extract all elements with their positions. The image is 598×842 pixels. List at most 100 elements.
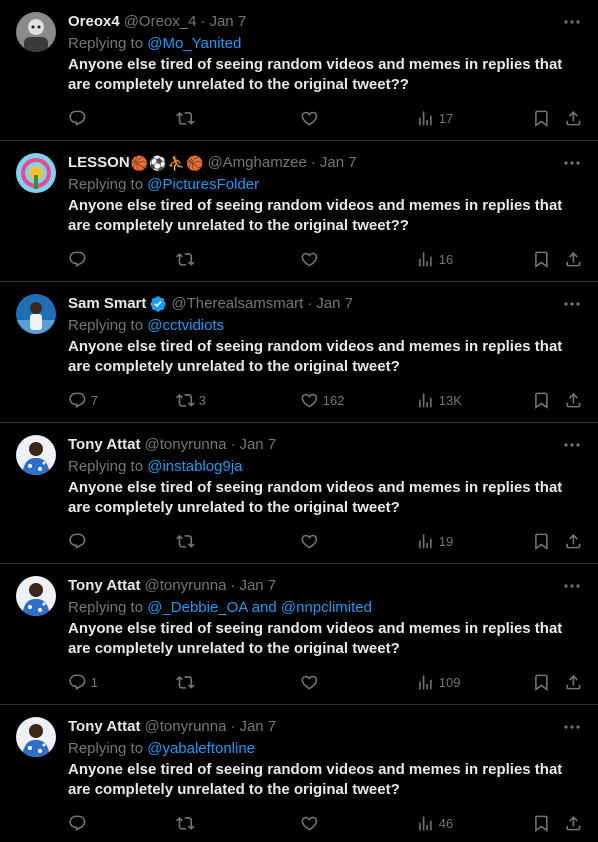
like-button[interactable] bbox=[300, 107, 323, 129]
bookmark-button[interactable] bbox=[532, 812, 551, 834]
bookmark-button[interactable] bbox=[532, 671, 551, 693]
views-button[interactable]: 109 bbox=[416, 671, 460, 693]
tweet[interactable]: Sam Smart @Therealsamsmart · Jan 7 Reply… bbox=[0, 282, 598, 423]
reply-button[interactable]: 1 bbox=[68, 671, 98, 693]
tweet[interactable]: Oreox4 @Oreox_4 · Jan 7 Replying to @Mo_… bbox=[0, 0, 598, 141]
username-handle[interactable]: @tonyrunna bbox=[145, 435, 227, 455]
retweet-icon bbox=[176, 534, 195, 548]
separator-dot: · bbox=[307, 295, 313, 312]
views-button[interactable]: 13K bbox=[416, 389, 462, 411]
retweet-button[interactable] bbox=[176, 671, 199, 693]
like-button[interactable] bbox=[300, 812, 323, 834]
replying-to-label: Replying to bbox=[68, 599, 144, 616]
bookmark-icon bbox=[535, 251, 548, 268]
more-options-icon[interactable] bbox=[562, 435, 582, 455]
bookmark-button[interactable] bbox=[532, 530, 551, 552]
avatar[interactable] bbox=[16, 12, 56, 52]
share-icon bbox=[566, 533, 581, 549]
display-name[interactable]: LESSON bbox=[68, 153, 130, 173]
more-options-icon[interactable] bbox=[562, 153, 582, 173]
tweet[interactable]: Tony Attat @tonyrunna · Jan 7 Replying t… bbox=[0, 423, 598, 564]
like-button[interactable] bbox=[300, 248, 323, 270]
tweet-text: Anyone else tired of seeing random video… bbox=[68, 620, 563, 657]
avatar[interactable] bbox=[16, 717, 56, 757]
retweet-button[interactable] bbox=[176, 530, 199, 552]
view-count: 109 bbox=[438, 674, 461, 690]
reply-mention-link[interactable]: @instablog9ja bbox=[147, 458, 242, 475]
tweet-date[interactable]: Jan 7 bbox=[239, 435, 276, 455]
bookmark-button[interactable] bbox=[532, 389, 551, 411]
share-button[interactable] bbox=[564, 812, 583, 834]
retweet-button[interactable]: 3 bbox=[176, 389, 206, 411]
bookmark-button[interactable] bbox=[532, 248, 551, 270]
username-handle[interactable]: @tonyrunna bbox=[145, 576, 227, 596]
retweet-button[interactable] bbox=[176, 107, 199, 129]
share-button[interactable] bbox=[564, 530, 583, 552]
display-name[interactable]: Sam Smart bbox=[68, 294, 146, 314]
more-options-icon[interactable] bbox=[562, 576, 582, 596]
like-button[interactable] bbox=[300, 530, 323, 552]
tweet[interactable]: Tony Attat @tonyrunna · Jan 7 Replying t… bbox=[0, 564, 598, 705]
avatar[interactable] bbox=[16, 435, 56, 475]
display-name[interactable]: Oreox4 bbox=[68, 12, 120, 32]
share-button[interactable] bbox=[564, 107, 583, 129]
reply-button[interactable] bbox=[68, 107, 91, 129]
tweet[interactable]: Tony Attat @tonyrunna · Jan 7 Replying t… bbox=[0, 705, 598, 842]
reply-mention-link[interactable]: @PicturesFolder bbox=[147, 176, 259, 193]
tweet-actions: 19 bbox=[60, 530, 586, 552]
tweet-date[interactable]: Jan 7 bbox=[316, 294, 353, 314]
reply-mention-link[interactable]: @yabaleftonline bbox=[147, 740, 255, 757]
username-handle[interactable]: @tonyrunna bbox=[145, 717, 227, 737]
retweet-button[interactable] bbox=[176, 812, 199, 834]
person-bouncing-ball-emoji: ⛹ bbox=[167, 155, 185, 171]
tweet-date[interactable]: Jan 7 bbox=[209, 12, 246, 32]
display-name[interactable]: Tony Attat bbox=[68, 435, 141, 455]
views-button[interactable]: 46 bbox=[416, 812, 453, 834]
reply-button[interactable] bbox=[68, 530, 91, 552]
views-button[interactable]: 16 bbox=[416, 248, 453, 270]
reply-button[interactable]: 7 bbox=[68, 389, 98, 411]
avatar[interactable] bbox=[16, 153, 56, 193]
reply-mention-link[interactable]: @_Debbie_OA and @nnpclimited bbox=[147, 599, 372, 616]
tweet-date[interactable]: Jan 7 bbox=[239, 717, 276, 737]
like-button[interactable] bbox=[300, 671, 323, 693]
reply-button[interactable] bbox=[68, 248, 91, 270]
reply-mention-link[interactable]: @cctvidiots bbox=[147, 317, 224, 334]
reply-feed: Oreox4 @Oreox_4 · Jan 7 Replying to @Mo_… bbox=[0, 0, 598, 842]
tweet-date[interactable]: Jan 7 bbox=[239, 576, 276, 596]
reply-button[interactable] bbox=[68, 812, 91, 834]
heart-icon bbox=[301, 111, 318, 126]
views-button[interactable]: 17 bbox=[416, 107, 453, 129]
share-button[interactable] bbox=[564, 389, 583, 411]
share-button[interactable] bbox=[564, 671, 583, 693]
tweet-date[interactable]: Jan 7 bbox=[320, 153, 357, 173]
bookmark-icon bbox=[535, 533, 548, 550]
view-count: 46 bbox=[438, 815, 454, 831]
views-button[interactable]: 19 bbox=[416, 530, 453, 552]
bookmark-button[interactable] bbox=[532, 107, 551, 129]
share-button[interactable] bbox=[564, 248, 583, 270]
tweet-text: Anyone else tired of seeing random video… bbox=[68, 761, 563, 798]
more-options-icon[interactable] bbox=[562, 717, 582, 737]
more-options-icon[interactable] bbox=[562, 294, 582, 314]
tweet-text: Anyone else tired of seeing random video… bbox=[68, 479, 563, 516]
avatar[interactable] bbox=[16, 576, 56, 616]
username-handle[interactable]: @Oreox_4 bbox=[124, 12, 197, 32]
reply-mention-link[interactable]: @Mo_Yanited bbox=[147, 35, 241, 52]
tweet-actions: 16 bbox=[60, 248, 586, 270]
views-icon bbox=[419, 533, 432, 549]
reply-icon bbox=[69, 815, 86, 831]
avatar[interactable] bbox=[16, 294, 56, 334]
username-handle[interactable]: @Therealsamsmart bbox=[171, 294, 303, 314]
display-name[interactable]: Tony Attat bbox=[68, 717, 141, 737]
display-name[interactable]: Tony Attat bbox=[68, 576, 141, 596]
bookmark-icon bbox=[535, 110, 548, 127]
username-handle[interactable]: @Amghamzee bbox=[207, 153, 306, 173]
like-button[interactable]: 162 bbox=[300, 389, 344, 411]
more-options-icon[interactable] bbox=[562, 12, 582, 32]
heart-icon bbox=[301, 816, 318, 831]
tweet[interactable]: LESSON 🏀 ⚽ ⛹ 🏀 @Amghamzee · Jan 7 Replyi… bbox=[0, 141, 598, 282]
reply-icon bbox=[69, 392, 86, 408]
retweet-button[interactable] bbox=[176, 248, 199, 270]
retweet-icon bbox=[176, 393, 195, 407]
